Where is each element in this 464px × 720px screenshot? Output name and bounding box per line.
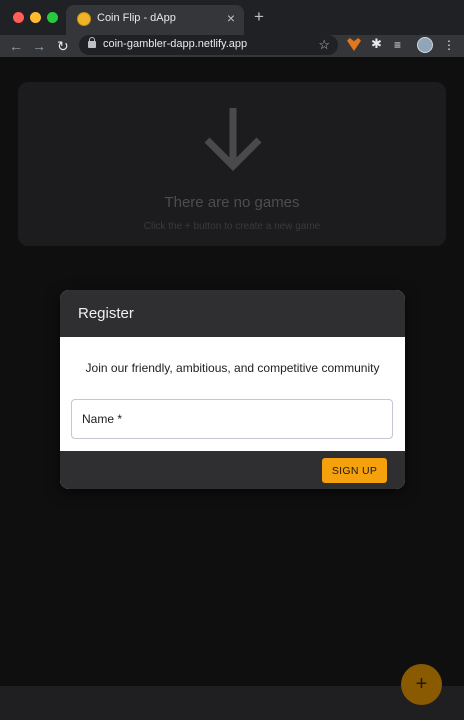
name-field-label: Name *	[82, 412, 123, 426]
empty-state-title: There are no games	[164, 194, 300, 211]
url-text[interactable]: coin-gambler-dapp.netlify.app	[103, 38, 247, 50]
minimize-window-button[interactable]	[30, 12, 41, 23]
empty-state-hint: Click the + button to create a new game	[143, 221, 321, 232]
back-arrow-icon[interactable]: ←	[9, 36, 23, 56]
media-playlist-icon[interactable]: ≡	[394, 37, 401, 53]
arrow-down-icon	[204, 108, 262, 171]
browser-menu-icon[interactable]: ⋮	[443, 37, 455, 53]
address-bar[interactable]: coin-gambler-dapp.netlify.app ☆	[79, 35, 338, 55]
plus-icon: +	[415, 673, 428, 695]
bookmark-star-icon[interactable]: ☆	[318, 36, 330, 54]
sign-up-button[interactable]: SIGN UP	[322, 458, 387, 483]
metamask-fox-icon[interactable]	[347, 38, 361, 51]
name-input[interactable]: Name *	[71, 399, 393, 439]
dialog-title: Register	[78, 305, 134, 322]
browser-tab[interactable]: Coin Flip - dApp ×	[66, 5, 244, 35]
close-tab-icon[interactable]: ×	[227, 10, 235, 26]
lock-icon	[88, 37, 96, 48]
bottom-bar	[0, 686, 464, 720]
create-game-fab[interactable]: +	[401, 664, 442, 705]
forward-arrow-icon[interactable]: →	[32, 36, 46, 56]
page-content: There are no games Click the + button to…	[0, 57, 464, 720]
tab-title: Coin Flip - dApp	[97, 12, 176, 24]
dialog-footer: SIGN UP	[60, 451, 405, 489]
profile-avatar[interactable]	[417, 37, 433, 53]
dialog-header: Register	[60, 290, 405, 337]
reload-icon[interactable]: ↻	[57, 36, 69, 56]
extensions-puzzle-icon[interactable]: ✱	[371, 36, 382, 52]
browser-toolbar: ← → ↻ coin-gambler-dapp.netlify.app ☆ ✱ …	[0, 35, 464, 57]
dialog-body: Join our friendly, ambitious, and compet…	[60, 337, 405, 451]
close-window-button[interactable]	[13, 12, 24, 23]
dialog-description: Join our friendly, ambitious, and compet…	[85, 361, 380, 375]
register-dialog: Register Join our friendly, ambitious, a…	[60, 290, 405, 489]
empty-games-card: There are no games Click the + button to…	[18, 82, 446, 246]
new-tab-button[interactable]: +	[254, 7, 264, 27]
maximize-window-button[interactable]	[47, 12, 58, 23]
coin-icon	[77, 12, 91, 26]
browser-tab-bar: Coin Flip - dApp × +	[0, 0, 464, 35]
